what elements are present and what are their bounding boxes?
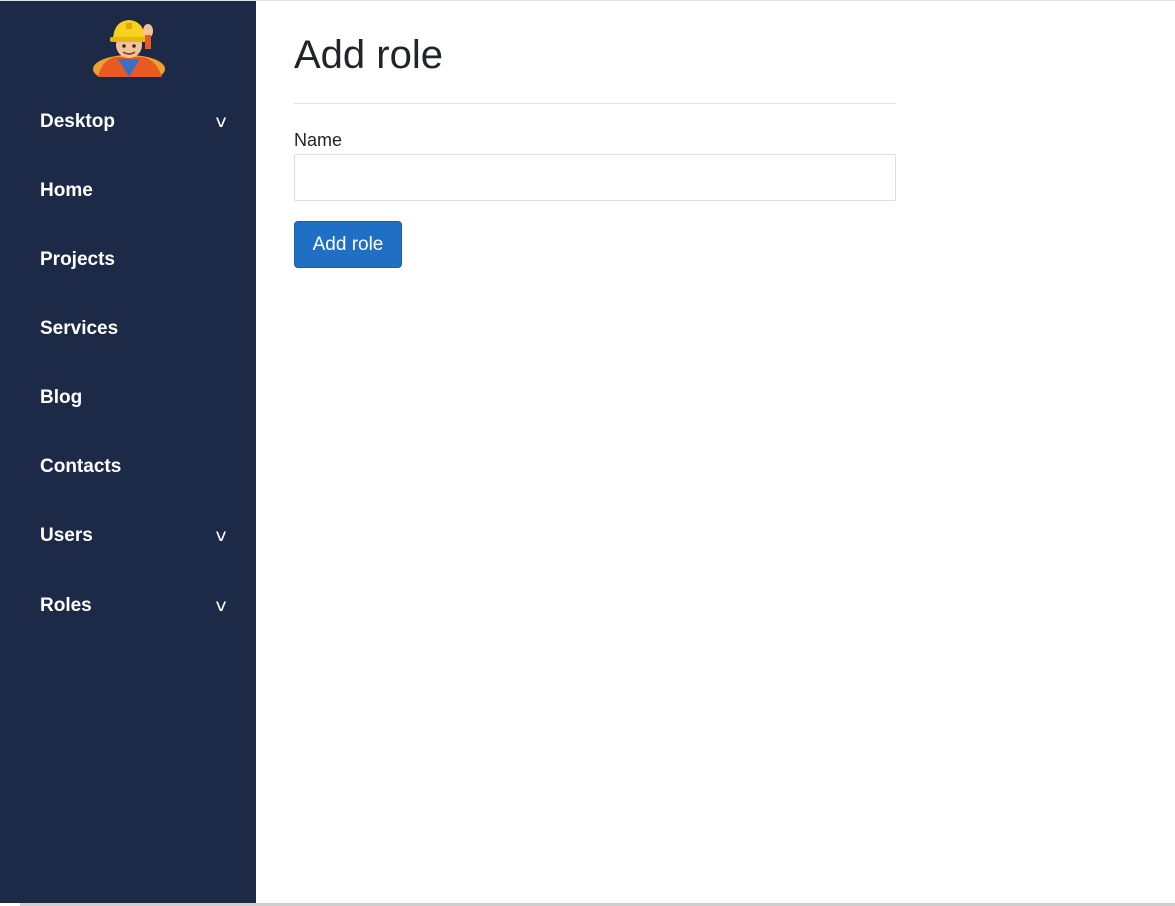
sidebar-item-desktop[interactable]: Desktop v — [0, 87, 256, 156]
sidebar-item-label: Users — [40, 524, 93, 546]
sidebar-item-services[interactable]: Services — [0, 294, 256, 363]
sidebar-item-label: Contacts — [40, 455, 122, 477]
sidebar-item-roles[interactable]: Roles v — [0, 571, 256, 640]
sidebar-item-label: Home — [40, 179, 93, 201]
sidebar-item-contacts[interactable]: Contacts — [0, 432, 256, 501]
sidebar-item-blog[interactable]: Blog — [0, 363, 256, 432]
chevron-down-icon[interactable]: v — [215, 596, 226, 616]
page: Desktop v Home Projects Services Blog Co… — [0, 0, 1175, 906]
name-label: Name — [294, 130, 343, 150]
sidebar-item-label: Services — [40, 317, 119, 339]
sidebar-item-projects[interactable]: Projects — [0, 225, 256, 294]
sidebar: Desktop v Home Projects Services Blog Co… — [0, 1, 256, 903]
chevron-down-icon[interactable]: v — [215, 526, 226, 546]
add-role-button[interactable]: Add role — [294, 221, 402, 268]
role-name-input[interactable] — [294, 154, 896, 201]
sidebar-item-label: Projects — [40, 248, 115, 270]
builder-logo-icon[interactable] — [90, 15, 168, 77]
sidebar-item-home[interactable]: Home — [0, 156, 256, 225]
sidebar-item-label: Desktop — [40, 110, 115, 132]
chevron-down-icon[interactable]: v — [215, 112, 226, 132]
sidebar-item-label: Blog — [40, 386, 83, 408]
title-divider — [294, 103, 896, 104]
sidebar-item-label: Roles — [40, 594, 92, 616]
sidebar-item-users[interactable]: Users v — [0, 501, 256, 570]
page-title: Add role — [294, 33, 443, 77]
